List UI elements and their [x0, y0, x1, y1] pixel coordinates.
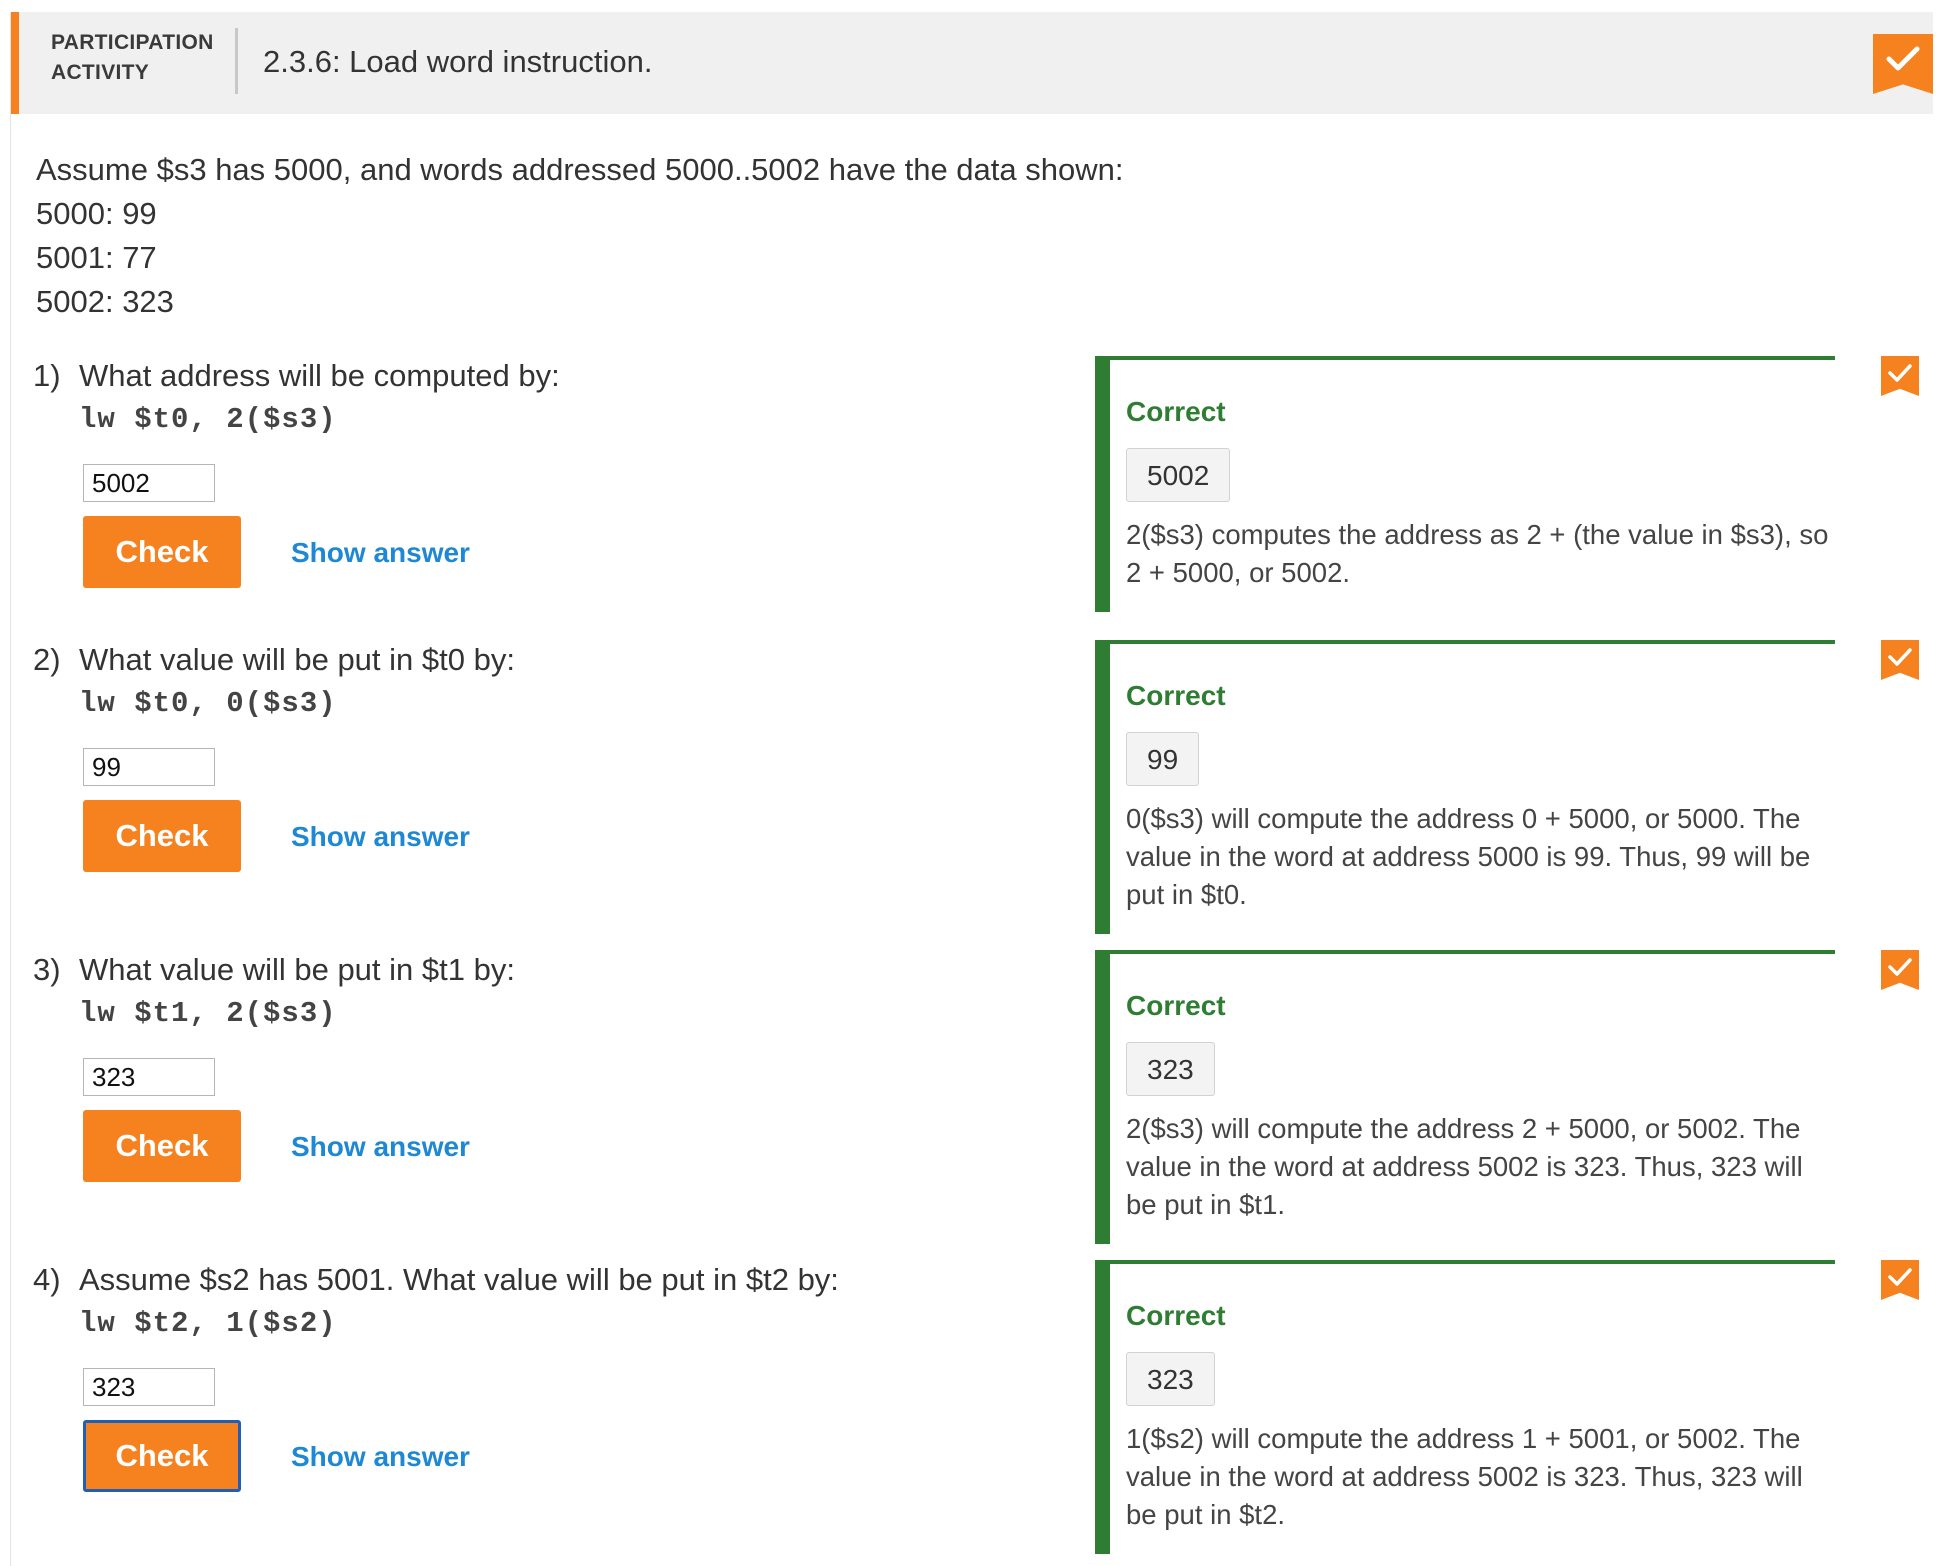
question-4: 4) Assume $s2 has 5001. What value will … [11, 1260, 1933, 1560]
show-answer-link[interactable]: Show answer [291, 817, 470, 857]
check-button[interactable]: Check [83, 1420, 241, 1492]
intro-line: 5001: 77 [36, 240, 157, 275]
feedback-status: Correct [1126, 1300, 1226, 1331]
feedback-panel: Correct 323 2($s3) will compute the addr… [1095, 950, 1835, 1244]
question-prompt: Assume $s2 has 5001. What value will be … [79, 1262, 839, 1297]
feedback-status: Correct [1126, 680, 1226, 711]
question-3: 3) What value will be put in $t1 by: lw … [11, 950, 1933, 1250]
feedback-answer: 99 [1126, 732, 1200, 786]
show-answer-link[interactable]: Show answer [291, 533, 470, 573]
feedback-panel: Correct 323 1($s2) will compute the addr… [1095, 1260, 1835, 1554]
feedback-explanation: 0($s3) will compute the address 0 + 5000… [1126, 803, 1811, 910]
participation-label-line2: ACTIVITY [51, 61, 150, 84]
participation-label: PARTICIPATION ACTIVITY [51, 28, 214, 88]
activity-header: PARTICIPATION ACTIVITY 2.3.6: Load word … [11, 12, 1933, 114]
question-number: 3) [33, 952, 61, 987]
question-1: 1) What address will be computed by: lw … [11, 356, 1933, 616]
question-code: lw $t0, 2($s3) [79, 403, 337, 436]
question-number: 4) [33, 1262, 61, 1297]
feedback-explanation: 1($s2) will compute the address 1 + 5001… [1126, 1423, 1803, 1530]
question-prompt: What value will be put in $t0 by: [79, 642, 515, 677]
feedback-answer: 323 [1126, 1042, 1215, 1096]
question-complete-checkmark-icon [1881, 640, 1919, 680]
question-complete-checkmark-icon [1881, 1260, 1919, 1300]
question-number: 1) [33, 358, 61, 393]
header-divider [235, 28, 238, 94]
feedback-answer: 323 [1126, 1352, 1215, 1406]
participation-activity: PARTICIPATION ACTIVITY 2.3.6: Load word … [10, 12, 1933, 1566]
intro-line: 5002: 323 [36, 284, 174, 319]
answer-input[interactable] [83, 464, 215, 502]
feedback-panel: Correct 5002 2($s3) computes the address… [1095, 356, 1835, 612]
question-code: lw $t1, 2($s3) [79, 997, 337, 1030]
answer-input[interactable] [83, 1368, 215, 1406]
question-number: 2) [33, 642, 61, 677]
answer-input[interactable] [83, 1058, 215, 1096]
intro-line: Assume $s3 has 5000, and words addressed… [36, 152, 1124, 187]
show-answer-link[interactable]: Show answer [291, 1127, 470, 1167]
question-code: lw $t2, 1($s2) [79, 1307, 337, 1340]
feedback-answer: 5002 [1126, 448, 1231, 502]
feedback-panel: Correct 99 0($s3) will compute the addre… [1095, 640, 1835, 934]
participation-label-line1: PARTICIPATION [51, 31, 214, 54]
check-button[interactable]: Check [83, 516, 241, 588]
activity-title: 2.3.6: Load word instruction. [263, 44, 653, 79]
feedback-status: Correct [1126, 396, 1226, 427]
question-prompt: What address will be computed by: [79, 358, 560, 393]
intro-line: 5000: 99 [36, 196, 157, 231]
activity-intro: Assume $s3 has 5000, and words addressed… [36, 148, 1123, 324]
check-button[interactable]: Check [83, 800, 241, 872]
check-button[interactable]: Check [83, 1110, 241, 1182]
feedback-explanation: 2($s3) will compute the address 2 + 5000… [1126, 1113, 1803, 1220]
feedback-status: Correct [1126, 990, 1226, 1021]
feedback-explanation: 2($s3) computes the address as 2 + (the … [1126, 519, 1829, 588]
question-prompt: What value will be put in $t1 by: [79, 952, 515, 987]
question-2: 2) What value will be put in $t0 by: lw … [11, 640, 1933, 940]
answer-input[interactable] [83, 748, 215, 786]
show-answer-link[interactable]: Show answer [291, 1437, 470, 1477]
question-complete-checkmark-icon [1881, 950, 1919, 990]
question-code: lw $t0, 0($s3) [79, 687, 337, 720]
question-complete-checkmark-icon [1881, 356, 1919, 396]
